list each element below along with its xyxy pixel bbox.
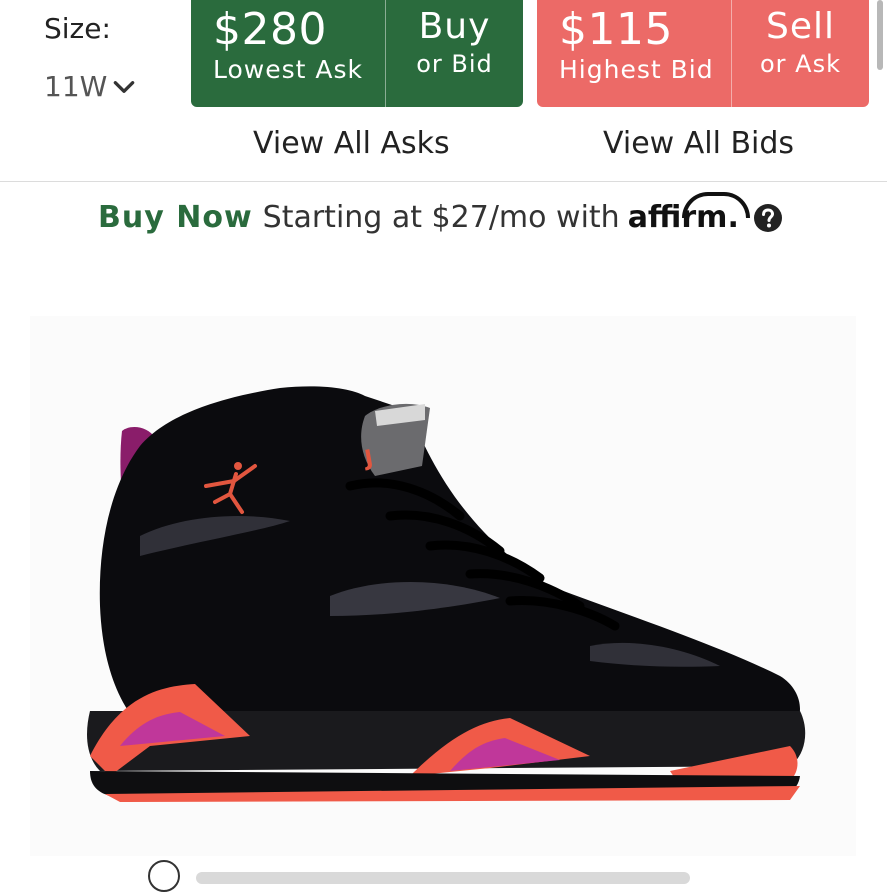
buy-label: Buy: [418, 6, 491, 47]
carousel-track[interactable]: [196, 872, 690, 884]
chevron-down-icon: [114, 80, 135, 93]
affirm-arc: [681, 192, 750, 218]
view-all-bids-link[interactable]: View All Bids: [603, 126, 794, 161]
size-label: Size:: [44, 12, 111, 45]
divider: [0, 181, 887, 182]
highest-bid-caption: Highest Bid: [559, 55, 714, 84]
product-image-area: J: [30, 316, 856, 856]
highest-bid-price: $115: [559, 4, 673, 55]
lowest-ask-price: $280: [213, 4, 327, 55]
sell-label: Sell: [765, 6, 835, 47]
buy-now-link[interactable]: Buy Now: [98, 200, 253, 235]
or-bid-label: or Bid: [416, 50, 493, 78]
size-selector[interactable]: 11W: [44, 70, 137, 103]
question-circle-icon[interactable]: [753, 203, 783, 233]
lowest-ask-caption: Lowest Ask: [213, 55, 363, 84]
size-value: 11W: [44, 70, 108, 103]
or-ask-label: or Ask: [760, 50, 841, 78]
affirm-logo: affirm.: [628, 192, 750, 235]
sneaker-image: J: [87, 386, 806, 802]
financing-text: Starting at $27/mo with: [262, 200, 620, 235]
affirm-financing-row: Buy Now Starting at $27/mo with affirm.: [98, 192, 783, 235]
buy-button[interactable]: $280 Lowest Ask Buy or Bid: [191, 0, 523, 107]
carousel-thumb[interactable]: [148, 860, 180, 892]
scrollbar[interactable]: [877, 0, 883, 70]
view-all-asks-link[interactable]: View All Asks: [253, 126, 450, 161]
sell-button[interactable]: $115 Highest Bid Sell or Ask: [537, 0, 869, 107]
